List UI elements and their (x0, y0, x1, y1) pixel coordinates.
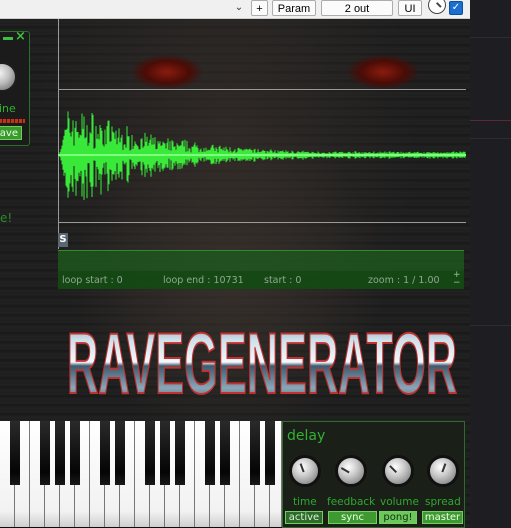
zoom-buttons[interactable]: + − (453, 271, 461, 288)
zoom-readout: zoom : 1 / 1.00 (368, 275, 440, 286)
black-key[interactable] (70, 421, 80, 485)
black-key[interactable] (265, 421, 275, 485)
wet-knob-icon[interactable] (428, 0, 446, 14)
black-key[interactable] (115, 421, 125, 485)
delay-spread-knob[interactable] (427, 455, 459, 487)
panel-button[interactable]: ave (0, 126, 22, 140)
app-window: ⌄ + Param 2 out UI ✓ × ine ave e! S loop… (0, 0, 511, 528)
black-key[interactable] (220, 421, 230, 485)
start-marker[interactable]: S (58, 233, 68, 247)
host-side-panel (470, 0, 511, 528)
ravegenerator-logo: RAVEGENERATOR (66, 315, 458, 405)
delay-active-button[interactable]: active (285, 511, 323, 524)
host-toolbar: ⌄ + Param 2 out UI ✓ (0, 0, 470, 19)
delay-feedback-knob[interactable] (335, 455, 367, 487)
delay-volume-label: volume (380, 496, 419, 508)
black-key[interactable] (175, 421, 185, 485)
output-select[interactable]: 2 out (321, 0, 393, 16)
enable-checkbox[interactable]: ✓ (449, 1, 463, 15)
black-key[interactable] (250, 421, 260, 485)
black-key[interactable] (55, 421, 65, 485)
panel-text-fragment: e! (0, 211, 13, 225)
delay-panel: delay time feedback volume spread active… (282, 421, 465, 528)
panel-knob-label: ine (0, 102, 16, 115)
delay-pong-button[interactable]: pong! (379, 511, 417, 524)
delay-spread-label: spread (425, 496, 461, 508)
divider (470, 120, 511, 121)
oscillator-panel: × ine ave (0, 29, 30, 146)
divider (470, 325, 511, 326)
black-key[interactable] (40, 421, 50, 485)
loop-end-readout: loop end : 10731 (163, 275, 244, 286)
delay-title: delay (287, 428, 326, 444)
close-icon[interactable]: × (15, 29, 26, 44)
loop-start-readout: loop start : 0 (62, 275, 123, 286)
add-button[interactable]: + (251, 0, 268, 16)
plugin-ui: × ine ave e! S loop start : 0 loop end :… (0, 19, 470, 528)
panel-knob[interactable] (0, 62, 17, 92)
zoom-out-button[interactable]: − (453, 279, 461, 288)
minimize-icon[interactable] (3, 37, 13, 40)
divider (470, 138, 511, 139)
black-key[interactable] (145, 421, 155, 485)
divider (470, 37, 511, 38)
black-key[interactable] (160, 421, 170, 485)
level-meter (0, 119, 25, 123)
ui-button[interactable]: UI (398, 0, 422, 16)
loop-bar[interactable]: loop start : 0 loop end : 10731 start : … (58, 250, 464, 289)
piano-keyboard[interactable] (0, 421, 282, 528)
chevron-down-icon[interactable]: ⌄ (232, 0, 246, 16)
black-key[interactable] (100, 421, 110, 485)
logo-text: RAVEGENERATOR (67, 316, 457, 405)
start-readout: start : 0 (264, 275, 302, 286)
waveform-trace (58, 111, 466, 200)
black-key[interactable] (205, 421, 215, 485)
delay-time-label: time (293, 496, 317, 508)
delay-volume-knob[interactable] (382, 455, 414, 487)
delay-feedback-label: feedback (327, 496, 376, 508)
param-button[interactable]: Param (272, 0, 316, 16)
delay-sync-button[interactable]: sync (328, 511, 377, 524)
black-key[interactable] (10, 421, 20, 485)
delay-master-button[interactable]: master (422, 511, 463, 524)
delay-time-knob[interactable] (289, 455, 321, 487)
